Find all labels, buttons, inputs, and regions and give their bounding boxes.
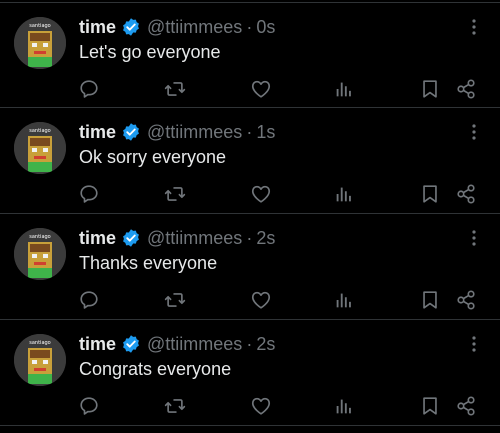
tweet-actions — [0, 289, 500, 311]
separator-dot: · — [246, 121, 253, 142]
tweet-actions — [0, 78, 500, 100]
tweet-header: time @ttiimmees · 1s — [79, 120, 275, 144]
reply-icon[interactable] — [78, 183, 100, 205]
retweet-icon[interactable] — [164, 289, 186, 311]
tweet[interactable]: santiago time @ttiimmees · 2s Thanks eve… — [0, 214, 500, 320]
avatar-label: santiago — [29, 23, 50, 29]
bookmark-icon[interactable] — [419, 289, 441, 311]
separator-dot: · — [246, 227, 253, 248]
avatar[interactable]: santiago — [14, 17, 66, 69]
reply-icon[interactable] — [78, 78, 100, 100]
tweet-text: Let's go everyone — [79, 42, 221, 62]
author-handle[interactable]: @ttiimmees — [147, 334, 242, 355]
share-icon[interactable] — [455, 78, 477, 100]
tweet-timestamp[interactable]: 0s — [256, 17, 275, 38]
tweet-timestamp[interactable]: 2s — [256, 334, 275, 355]
like-icon[interactable] — [250, 395, 272, 417]
share-icon[interactable] — [455, 183, 477, 205]
tweet-text: Ok sorry everyone — [79, 147, 227, 167]
retweet-icon[interactable] — [164, 183, 186, 205]
author-name[interactable]: time — [79, 228, 116, 249]
author-name[interactable]: time — [79, 17, 116, 38]
tweet-timestamp[interactable]: 2s — [256, 228, 275, 249]
reply-icon[interactable] — [78, 289, 100, 311]
verified-badge-icon — [121, 17, 141, 37]
like-icon[interactable] — [250, 78, 272, 100]
verified-badge-icon — [121, 122, 141, 142]
tweet-header: time @ttiimmees · 2s — [79, 226, 275, 250]
tweet-timestamp[interactable]: 1s — [256, 122, 275, 143]
bookmark-icon[interactable] — [419, 78, 441, 100]
verified-badge-icon — [121, 228, 141, 248]
avatar[interactable]: santiago — [14, 122, 66, 174]
author-handle[interactable]: @ttiimmees — [147, 228, 242, 249]
views-icon[interactable] — [333, 183, 355, 205]
views-icon[interactable] — [333, 78, 355, 100]
avatar-label: santiago — [29, 234, 50, 240]
tweet[interactable]: santiago time @ttiimmees · 0s Let's go e… — [0, 2, 500, 108]
separator-dot: · — [246, 16, 253, 37]
tweet[interactable]: santiago time @ttiimmees · 2s Congrats e… — [0, 320, 500, 426]
author-handle[interactable]: @ttiimmees — [147, 122, 242, 143]
tweet-feed: santiago time @ttiimmees · 0s Let's go e… — [0, 0, 500, 433]
views-icon[interactable] — [333, 395, 355, 417]
more-options-icon[interactable] — [464, 122, 484, 142]
tweet-actions — [0, 183, 500, 205]
avatar[interactable]: santiago — [14, 334, 66, 386]
separator-dot: · — [246, 333, 253, 354]
more-options-icon[interactable] — [464, 17, 484, 37]
retweet-icon[interactable] — [164, 78, 186, 100]
author-name[interactable]: time — [79, 334, 116, 355]
tweet-header: time @ttiimmees · 0s — [79, 15, 275, 39]
retweet-icon[interactable] — [164, 395, 186, 417]
more-options-icon[interactable] — [464, 228, 484, 248]
verified-badge-icon — [121, 334, 141, 354]
tweet[interactable]: santiago time @ttiimmees · 1s Ok sorry e… — [0, 108, 500, 214]
share-icon[interactable] — [455, 289, 477, 311]
like-icon[interactable] — [250, 289, 272, 311]
tweet-actions — [0, 395, 500, 417]
author-name[interactable]: time — [79, 122, 116, 143]
bookmark-icon[interactable] — [419, 183, 441, 205]
like-icon[interactable] — [250, 183, 272, 205]
avatar-label: santiago — [29, 340, 50, 346]
tweet-text: Thanks everyone — [79, 253, 218, 273]
views-icon[interactable] — [333, 289, 355, 311]
bookmark-icon[interactable] — [419, 395, 441, 417]
reply-icon[interactable] — [78, 395, 100, 417]
avatar-label: santiago — [29, 128, 50, 134]
tweet-text: Congrats everyone — [79, 359, 232, 379]
avatar[interactable]: santiago — [14, 228, 66, 280]
author-handle[interactable]: @ttiimmees — [147, 17, 242, 38]
more-options-icon[interactable] — [464, 334, 484, 354]
share-icon[interactable] — [455, 395, 477, 417]
tweet-header: time @ttiimmees · 2s — [79, 332, 275, 356]
